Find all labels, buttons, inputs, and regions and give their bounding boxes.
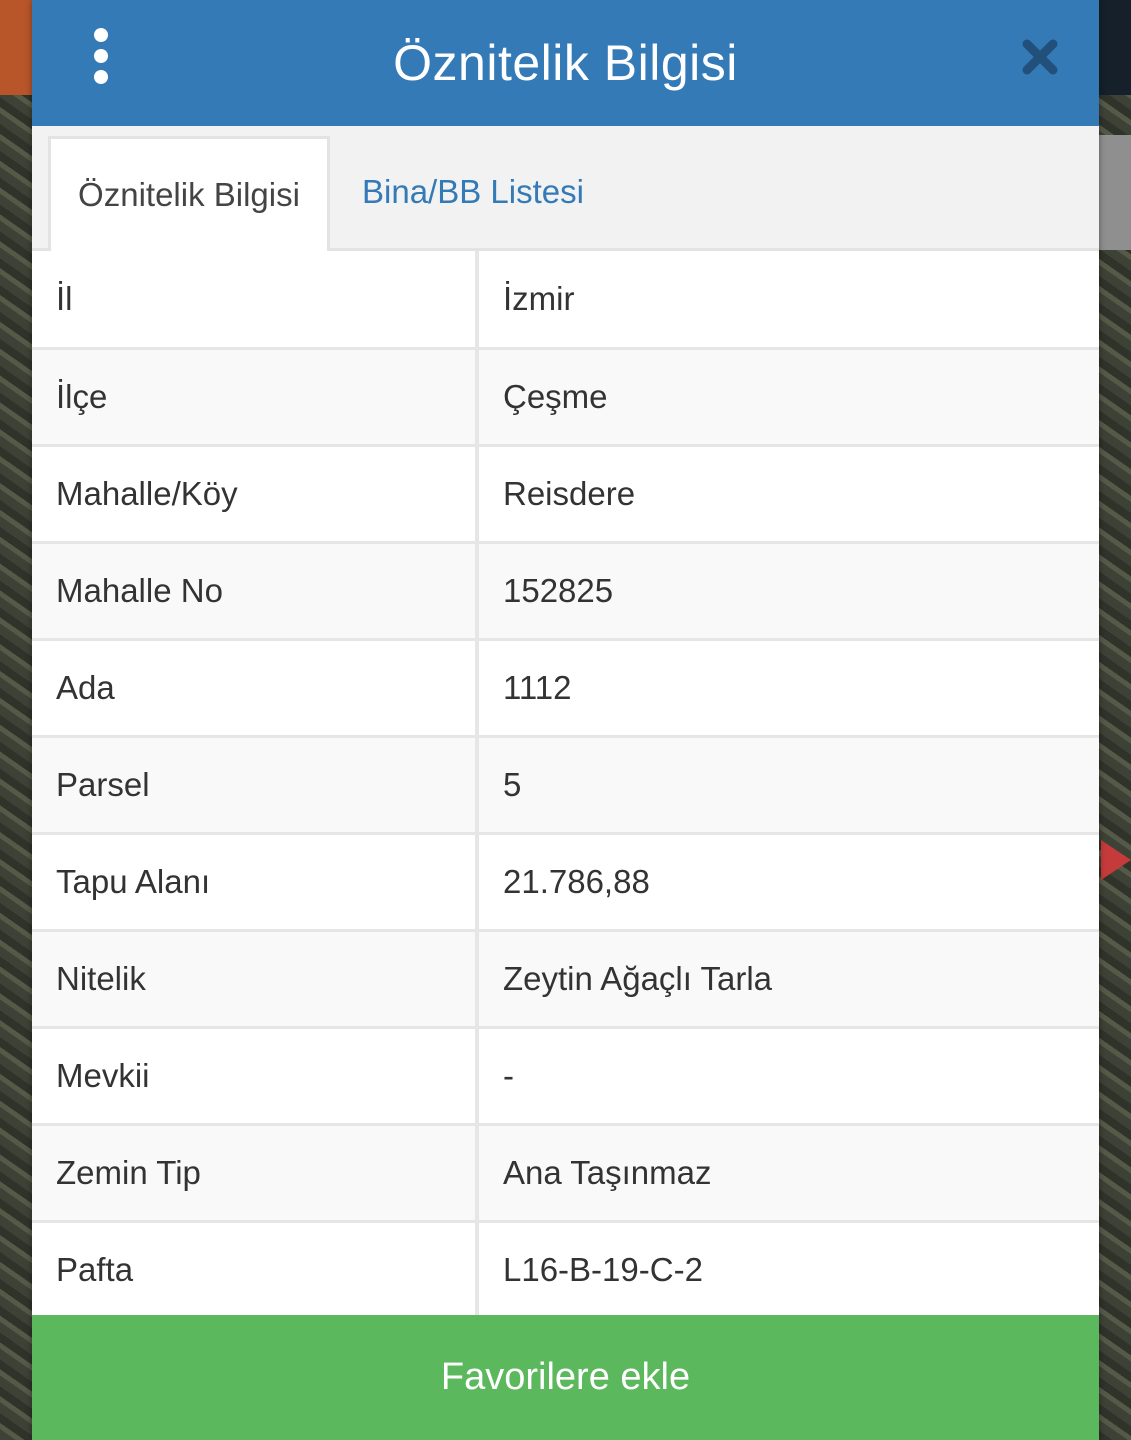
table-row: Mahalle/Köy Reisdere	[32, 445, 1099, 544]
attr-key: İlçe	[32, 348, 479, 447]
table-row: İl İzmir	[32, 251, 1099, 350]
attribute-table: İl İzmir İlçe Çeşme Mahalle/Köy Reisdere…	[32, 251, 1099, 1320]
attr-key: Zemin Tip	[32, 1124, 479, 1223]
table-row: Mahalle No 152825	[32, 542, 1099, 641]
table-row: Nitelik Zeytin Ağaçlı Tarla	[32, 930, 1099, 1029]
attr-value: L16-B-19-C-2	[477, 1221, 1099, 1320]
close-button[interactable]	[1021, 38, 1059, 76]
menu-button[interactable]	[84, 28, 118, 84]
add-to-favorites-button[interactable]: Favorilere ekle	[32, 1315, 1099, 1440]
tab-attribute-info[interactable]: Öznitelik Bilgisi	[48, 136, 330, 251]
attr-key: İl	[32, 251, 479, 350]
table-row: Zemin Tip Ana Taşınmaz	[32, 1124, 1099, 1223]
vertical-ellipsis-icon-dot	[94, 49, 108, 63]
vertical-ellipsis-icon-dot	[94, 70, 108, 84]
vertical-ellipsis-icon	[94, 28, 108, 42]
attr-value: Çeşme	[477, 348, 1099, 447]
attr-key: Nitelik	[32, 930, 479, 1029]
map-layer-strip-right	[1099, 0, 1131, 95]
table-row: Parsel 5	[32, 736, 1099, 835]
attr-value: Ana Taşınmaz	[477, 1124, 1099, 1223]
table-row: Ada 1112	[32, 639, 1099, 738]
attr-key: Mahalle/Köy	[32, 445, 479, 544]
tab-bar: Öznitelik Bilgisi Bina/BB Listesi	[32, 126, 1099, 251]
attr-value: 21.786,88	[477, 833, 1099, 932]
attribute-dialog: Öznitelik Bilgisi Öznitelik Bilgisi Bina…	[32, 0, 1099, 1440]
attr-value: 1112	[477, 639, 1099, 738]
attr-value: Zeytin Ağaçlı Tarla	[477, 930, 1099, 1029]
close-icon	[1022, 39, 1058, 75]
attr-value: Reisdere	[477, 445, 1099, 544]
table-row: Pafta L16-B-19-C-2	[32, 1221, 1099, 1320]
attr-key: Tapu Alanı	[32, 833, 479, 932]
table-row: Mevkii -	[32, 1027, 1099, 1126]
attr-value: 5	[477, 736, 1099, 835]
dialog-title: Öznitelik Bilgisi	[393, 35, 738, 91]
attr-value: İzmir	[477, 251, 1099, 350]
attr-key: Ada	[32, 639, 479, 738]
attr-key: Mevkii	[32, 1027, 479, 1126]
tab-building-list[interactable]: Bina/BB Listesi	[362, 136, 584, 248]
table-row: İlçe Çeşme	[32, 348, 1099, 447]
map-marker	[1101, 840, 1131, 880]
attr-value: -	[477, 1027, 1099, 1126]
map-layer-strip	[0, 0, 32, 95]
attr-value: 152825	[477, 542, 1099, 641]
table-row: Tapu Alanı 21.786,88	[32, 833, 1099, 932]
dialog-header: Öznitelik Bilgisi	[32, 0, 1099, 126]
attr-key: Parsel	[32, 736, 479, 835]
attr-key: Pafta	[32, 1221, 479, 1320]
map-scroll-handle[interactable]	[1099, 135, 1131, 250]
attr-key: Mahalle No	[32, 542, 479, 641]
